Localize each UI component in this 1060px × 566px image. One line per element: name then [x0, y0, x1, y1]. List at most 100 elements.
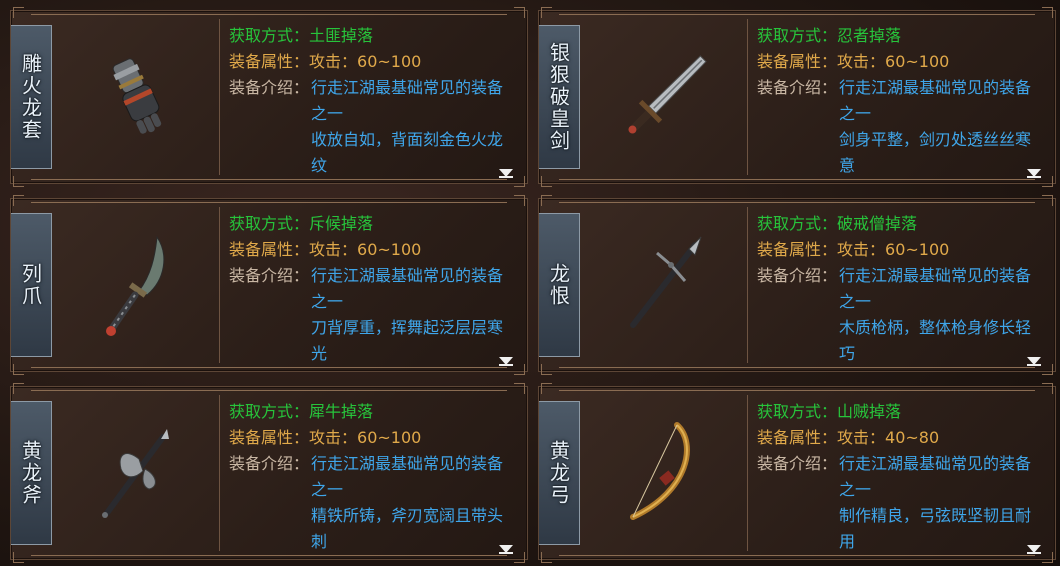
frame-corner [514, 195, 525, 206]
expand-arrow-icon[interactable] [1027, 357, 1041, 366]
source-label: 获取方式： [757, 26, 838, 45]
attribute-label: 装备属性： [229, 52, 310, 71]
item-info: 获取方式： 山贼掉落 装备属性： 攻击：40~80 装备介绍： 行走江湖最基础常见的装… [757, 399, 1041, 551]
divider [219, 395, 220, 551]
source-label: 获取方式： [229, 402, 310, 421]
expand-arrow-icon[interactable] [499, 169, 513, 178]
description-label: 装备介绍： [757, 78, 838, 97]
frame-corner [541, 552, 552, 563]
frame-corner [13, 364, 24, 375]
sword-icon [628, 55, 707, 134]
item-info: 获取方式： 犀牛掉落 装备属性： 攻击：60~100 装备介绍： 行走江湖最基础常见的… [229, 399, 513, 551]
frame-corner [1042, 364, 1053, 375]
source-value: 斥候掉落 [309, 214, 374, 233]
item-image[interactable] [57, 21, 217, 173]
item-name: 列爪 [18, 263, 43, 307]
divider [747, 19, 748, 175]
frame-corner [514, 176, 525, 187]
source-label: 获取方式： [229, 214, 310, 233]
attribute-label: 装备属性： [229, 428, 310, 447]
source-label: 获取方式： [229, 26, 310, 45]
description-text: 行走江湖最基础常见的装备之一 精铁所铸，斧刃宽阔且带头刺 [311, 454, 504, 551]
source-value: 山贼掉落 [837, 402, 902, 421]
frame-corner [541, 383, 552, 394]
frame-corner [1042, 7, 1053, 18]
equipment-card[interactable]: 银狠破皇剑 获取方式： 忍者掉落 装备属性： 攻击：60~100 装备介绍： 行走江湖… [538, 7, 1056, 187]
frame-corner [514, 552, 525, 563]
source-label: 获取方式： [757, 402, 838, 421]
divider [747, 207, 748, 363]
frame-corner [1042, 552, 1053, 563]
frame-corner [541, 364, 552, 375]
saber-icon [106, 235, 165, 336]
item-name: 黄龙斧 [18, 440, 43, 506]
item-image[interactable] [585, 21, 745, 173]
bow-icon [630, 422, 690, 520]
expand-arrow-icon[interactable] [499, 545, 513, 554]
expand-arrow-icon[interactable] [1027, 545, 1041, 554]
item-name: 龙恨 [546, 263, 571, 307]
item-name-tab: 黄龙弓 [539, 401, 580, 545]
equipment-card[interactable]: 雕火龙套 获取方式： 土匪掉落 装备属性： 攻击：60~100 装备介绍： 行走江湖最… [10, 7, 528, 187]
item-name-tab: 雕火龙套 [11, 25, 52, 169]
frame-corner [1042, 383, 1053, 394]
attribute-value: 攻击：60~100 [309, 240, 422, 259]
frame-corner [13, 176, 24, 187]
attribute-value: 攻击：60~100 [837, 52, 950, 71]
gauntlet-icon [112, 58, 162, 134]
description-text: 行走江湖最基础常见的装备之一 木质枪柄，整体枪身修长轻巧 [839, 266, 1032, 363]
item-info: 获取方式： 斥候掉落 装备属性： 攻击：60~100 装备介绍： 行走江湖最基础常见的… [229, 211, 513, 363]
description-text: 行走江湖最基础常见的装备之一 制作精良，弓弦既坚韧且耐用 [839, 454, 1032, 551]
expand-arrow-icon[interactable] [499, 357, 513, 366]
attribute-label: 装备属性： [229, 240, 310, 259]
frame-corner [514, 364, 525, 375]
description-label: 装备介绍： [229, 266, 310, 285]
attribute-value: 攻击：60~100 [837, 240, 950, 259]
equipment-card[interactable]: 龙恨 获取方式： 破戒僧掉落 装备属性： 攻击：60~100 装备介绍： 行走江湖最基… [538, 195, 1056, 375]
item-name: 银狠破皇剑 [546, 42, 571, 152]
description-label: 装备介绍： [229, 454, 310, 473]
spear-icon [630, 236, 702, 328]
frame-corner [13, 7, 24, 18]
item-image[interactable] [57, 209, 217, 361]
source-value: 忍者掉落 [837, 26, 902, 45]
frame-corner [514, 7, 525, 18]
item-info: 获取方式： 土匪掉落 装备属性： 攻击：60~100 装备介绍： 行走江湖最基础常见的… [229, 23, 513, 175]
divider [219, 207, 220, 363]
attribute-value: 攻击：40~80 [837, 428, 940, 447]
equipment-card[interactable]: 黄龙弓 获取方式： 山贼掉落 装备属性： 攻击：40~80 装备介绍： 行走江湖最基础… [538, 383, 1056, 563]
frame-corner [13, 195, 24, 206]
item-image[interactable] [57, 397, 217, 549]
attribute-label: 装备属性： [757, 52, 838, 71]
attribute-value: 攻击：60~100 [309, 428, 422, 447]
description-text: 行走江湖最基础常见的装备之一 收放自如，背面刻金色火龙纹 [311, 78, 504, 175]
item-name: 黄龙弓 [546, 440, 571, 506]
equipment-card[interactable]: 黄龙斧 获取方式： 犀牛掉落 装备属性： 攻击：60~100 装备介绍： 行走江湖最基… [10, 383, 528, 563]
frame-corner [541, 195, 552, 206]
frame-corner [13, 552, 24, 563]
frame-corner [1042, 176, 1053, 187]
equipment-card[interactable]: 列爪 获取方式： 斥候掉落 装备属性： 攻击：60~100 装备介绍： 行走江湖最基础… [10, 195, 528, 375]
item-info: 获取方式： 破戒僧掉落 装备属性： 攻击：60~100 装备介绍： 行走江湖最基础常见… [757, 211, 1041, 363]
description-text: 行走江湖最基础常见的装备之一 剑身平整，剑刃处透丝丝寒意 [839, 78, 1032, 175]
divider [219, 19, 220, 175]
item-image[interactable] [585, 397, 745, 549]
source-value: 破戒僧掉落 [837, 214, 918, 233]
expand-arrow-icon[interactable] [1027, 169, 1041, 178]
item-name-tab: 列爪 [11, 213, 52, 357]
description-label: 装备介绍： [757, 266, 838, 285]
item-info: 获取方式： 忍者掉落 装备属性： 攻击：60~100 装备介绍： 行走江湖最基础常见的… [757, 23, 1041, 175]
attribute-value: 攻击：60~100 [309, 52, 422, 71]
source-value: 犀牛掉落 [309, 402, 374, 421]
source-value: 土匪掉落 [309, 26, 374, 45]
frame-corner [13, 383, 24, 394]
frame-corner [541, 176, 552, 187]
frame-corner [514, 383, 525, 394]
frame-corner [1042, 195, 1053, 206]
description-label: 装备介绍： [757, 454, 838, 473]
item-image[interactable] [585, 209, 745, 361]
item-name-tab: 黄龙斧 [11, 401, 52, 545]
item-name-tab: 银狠破皇剑 [539, 25, 580, 169]
attribute-label: 装备属性： [757, 428, 838, 447]
description-text: 行走江湖最基础常见的装备之一 刀背厚重，挥舞起泛层层寒光 [311, 266, 504, 363]
